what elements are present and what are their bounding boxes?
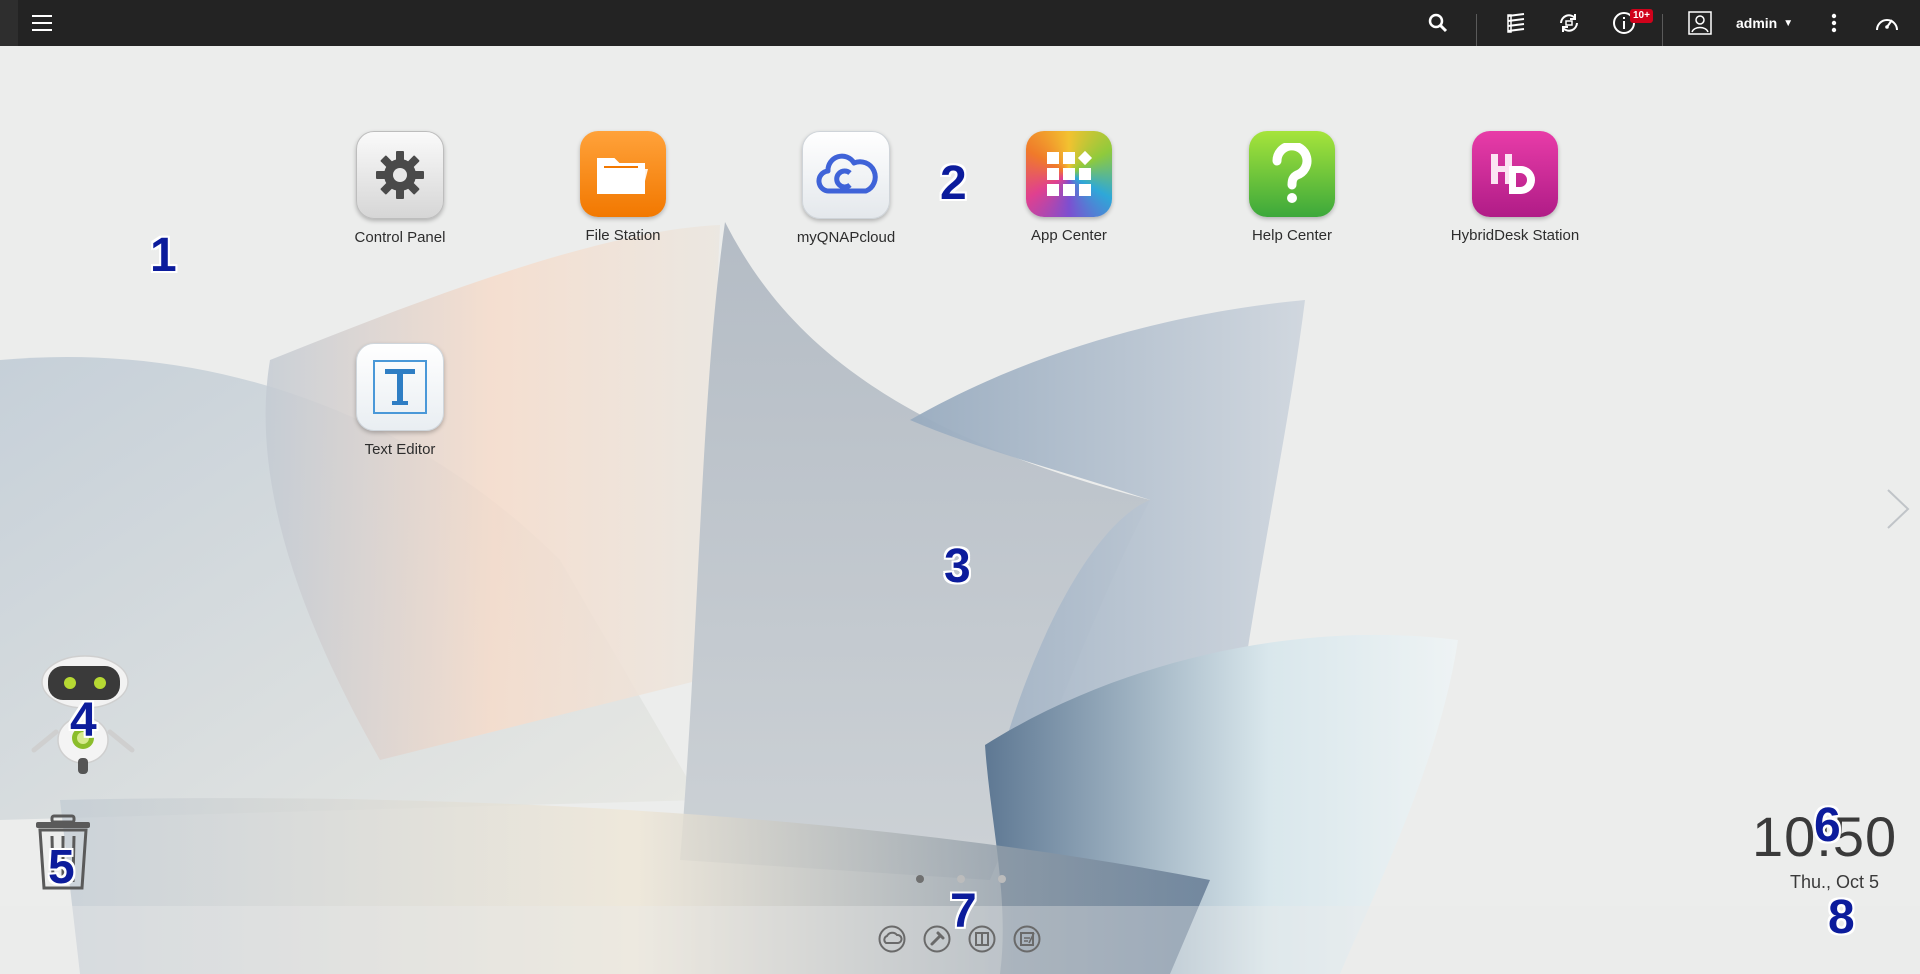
annotation-marker-5: 5 — [48, 841, 75, 894]
annotation-marker-1: 1 — [150, 229, 177, 282]
app-myqnapcloud[interactable]: myQNAPcloud — [766, 131, 926, 246]
top-bar-edge — [0, 0, 18, 46]
notification-badge: 10+ — [1630, 9, 1653, 23]
annotation-marker-3: 3 — [944, 540, 971, 593]
storage-icon — [1507, 13, 1525, 33]
user-avatar-icon — [1688, 11, 1712, 35]
page-dot-1[interactable] — [916, 875, 924, 883]
top-bar: 10+ admin ▼ — [0, 0, 1920, 46]
app-label: HybridDesk Station — [1450, 227, 1580, 244]
app-app-center[interactable]: App Center — [989, 131, 1149, 244]
dashboard-gauge-icon — [1876, 19, 1898, 31]
cloud-icon — [802, 131, 890, 219]
dock-notes-button[interactable] — [1013, 925, 1041, 953]
annotation-marker-2: 2 — [940, 157, 967, 210]
app-label: Help Center — [1251, 227, 1333, 244]
desktop[interactable]: 10+ admin ▼ Control Panel File Station m… — [0, 0, 1920, 974]
app-hybriddesk-station[interactable]: HybridDesk Station — [1435, 131, 1595, 244]
search-button[interactable] — [1420, 0, 1456, 46]
annotation-marker-4: 4 — [70, 694, 97, 747]
page-dot-3[interactable] — [998, 875, 1006, 883]
app-label: Text Editor — [364, 441, 436, 458]
user-menu[interactable]: admin ▼ — [1736, 0, 1793, 46]
notes-dock-icon — [1013, 925, 1041, 953]
dashboard-button[interactable] — [1870, 0, 1904, 46]
annotation-marker-7: 7 — [950, 885, 977, 938]
text-t-icon — [356, 343, 444, 431]
dock-tools-button[interactable] — [923, 925, 951, 953]
app-help-center[interactable]: Help Center — [1212, 131, 1372, 244]
dock-myqnapcloud-button[interactable] — [878, 925, 906, 953]
app-label: Control Panel — [354, 229, 446, 246]
main-menu-button[interactable] — [22, 0, 62, 46]
page-dot-2[interactable] — [957, 875, 965, 883]
app-control-panel[interactable]: Control Panel — [320, 131, 480, 246]
wallpaper — [0, 0, 1920, 974]
app-text-editor[interactable]: Text Editor — [320, 343, 480, 458]
app-label: App Center — [1031, 227, 1107, 244]
backup-sync-icon — [1560, 14, 1578, 32]
top-bar-divider — [1476, 14, 1477, 46]
folder-icon — [580, 131, 666, 217]
background-tasks-button[interactable] — [1498, 0, 1534, 46]
more-options-button[interactable] — [1820, 0, 1848, 46]
question-icon — [1249, 131, 1335, 217]
user-avatar[interactable] — [1688, 0, 1712, 46]
next-page-arrow[interactable] — [1884, 486, 1912, 532]
top-bar-divider — [1662, 14, 1663, 46]
menu-icon — [32, 15, 52, 31]
external-device-button[interactable] — [1551, 0, 1587, 46]
annotation-marker-6: 6 — [1814, 799, 1841, 852]
user-name: admin — [1736, 15, 1778, 31]
clock-date: Thu., Oct 5 — [1790, 872, 1880, 892]
app-label: myQNAPcloud — [796, 229, 896, 246]
grid-icon — [1026, 131, 1112, 217]
gear-icon — [356, 131, 444, 219]
hd-icon — [1472, 131, 1558, 217]
more-vertical-icon — [1831, 13, 1837, 33]
caret-down-icon: ▼ — [1783, 17, 1794, 29]
tools-dock-icon — [923, 925, 951, 953]
annotation-marker-8: 8 — [1828, 891, 1855, 944]
app-file-station[interactable]: File Station — [543, 131, 703, 244]
search-icon — [1428, 13, 1448, 33]
myqnapcloud-dock-icon — [878, 925, 906, 953]
app-label: File Station — [585, 227, 661, 244]
event-notifications-button[interactable] — [1604, 0, 1644, 46]
